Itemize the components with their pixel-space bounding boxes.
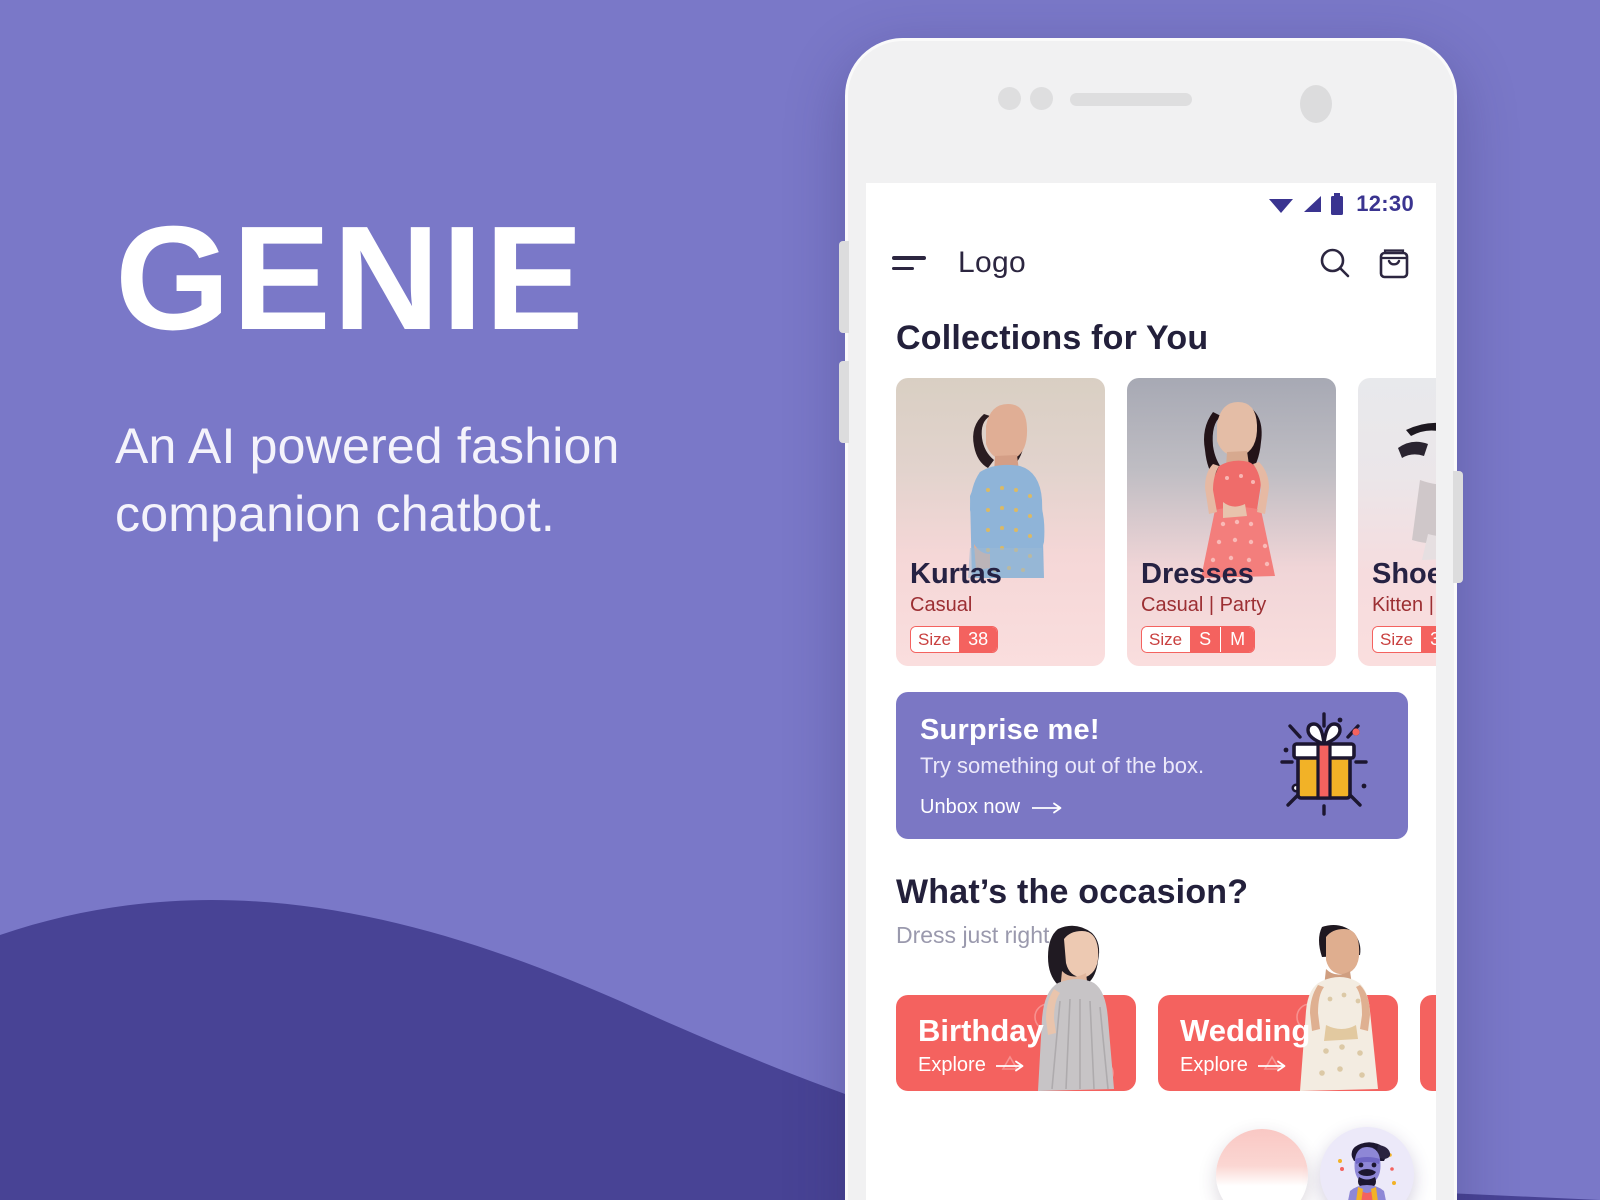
size-badge[interactable]: Size 38 xyxy=(910,626,999,653)
explore-label: Explore xyxy=(918,1054,986,1076)
collections-heading: Collections for You xyxy=(896,319,1209,357)
genie-chatbot-avatar[interactable] xyxy=(1320,1127,1414,1200)
search-icon[interactable] xyxy=(1318,246,1352,280)
collection-tag: Casual xyxy=(910,594,973,616)
promo-subtitle: An AI powered fashion companion chatbot. xyxy=(115,418,620,542)
occasion-card[interactable]: Wedding Explore xyxy=(1158,925,1398,1091)
unbox-now-link[interactable]: Unbox now xyxy=(920,796,1064,819)
occasion-heading: What’s the occasion? xyxy=(896,873,1249,911)
arrow-right-icon xyxy=(995,1060,1024,1071)
occasion-name: Wedding xyxy=(1180,1013,1311,1048)
collection-tag: Casual | Party xyxy=(1141,594,1267,616)
collection-card-meta: Dresses Casual | Party Size S M xyxy=(1141,557,1326,653)
battery-icon xyxy=(1331,193,1344,215)
collection-name: Dresses xyxy=(1141,557,1254,590)
occasion-card[interactable]: Birthday Explore xyxy=(896,925,1136,1091)
collection-name: Kurtas xyxy=(910,557,1002,590)
wifi-icon xyxy=(1269,199,1294,213)
screen-content: Collections for You Kurtas Casual Size 3… xyxy=(866,301,1436,1200)
front-camera-icon xyxy=(1300,85,1332,123)
gift-box-icon xyxy=(1280,712,1368,816)
size-badge[interactable]: Size 37 38 xyxy=(1372,626,1436,653)
circle-fab[interactable] xyxy=(1216,1129,1308,1200)
phone-top-bezel xyxy=(848,41,1454,183)
size-value: 37 xyxy=(1420,627,1436,652)
occasion-model-photo xyxy=(1300,925,1378,1091)
size-label: Size xyxy=(1373,627,1421,652)
collection-card-meta: Kurtas Casual Size 38 xyxy=(910,557,1095,653)
occasion-name: Birthday xyxy=(918,1013,1044,1048)
phone-mockup: 12:30 Logo Collections for You Kurtas Ca… xyxy=(839,38,1463,1200)
occasion-card[interactable]: D Explore xyxy=(1420,995,1436,1091)
size-value: S xyxy=(1189,627,1221,652)
volume-up-button[interactable] xyxy=(839,241,849,333)
app-bar: Logo xyxy=(866,225,1436,301)
model-photo-kurta xyxy=(968,404,1045,578)
collection-name: Shoes xyxy=(1372,557,1436,590)
status-bar: 12:30 xyxy=(866,183,1436,225)
power-button[interactable] xyxy=(1453,471,1463,583)
collection-card[interactable]: Kurtas Casual Size 38 xyxy=(896,378,1105,666)
model-photo-dress xyxy=(1201,402,1275,578)
collection-card[interactable]: Shoes Kitten | Block Size 37 38 xyxy=(1358,378,1436,666)
size-value: 38 xyxy=(958,627,998,652)
explore-link[interactable]: Explore xyxy=(1180,1054,1288,1077)
size-badge[interactable]: Size S M xyxy=(1141,626,1256,653)
arrow-right-icon xyxy=(1257,1060,1286,1071)
size-label: Size xyxy=(911,627,959,652)
status-time: 12:30 xyxy=(1356,191,1414,216)
collection-card-meta: Shoes Kitten | Block Size 37 38 xyxy=(1372,557,1436,653)
collection-card[interactable]: Dresses Casual | Party Size S M xyxy=(1127,378,1336,666)
earpiece-speaker xyxy=(1070,93,1192,106)
sensor-icon xyxy=(1030,87,1053,110)
occasion-carousel[interactable]: Birthday Explore Wedding Explore xyxy=(866,925,1436,1091)
shopping-bag-icon[interactable] xyxy=(1378,246,1410,280)
collection-tag: Kitten | Block xyxy=(1372,594,1436,616)
poster-canvas: GENIE An AI powered fashion companion ch… xyxy=(0,0,1600,1200)
occasion-card-bg xyxy=(1420,995,1436,1091)
hamburger-menu-icon[interactable] xyxy=(892,256,926,270)
collections-carousel[interactable]: Kurtas Casual Size 38 Dresses Casual | P… xyxy=(866,358,1436,666)
arrow-right-icon xyxy=(1032,802,1062,813)
model-photo-shoe xyxy=(1398,422,1436,560)
phone-screen: 12:30 Logo Collections for You Kurtas Ca… xyxy=(866,183,1436,1200)
size-label: Size xyxy=(1142,627,1190,652)
page-title: GENIE xyxy=(115,196,586,361)
promo-block: GENIE An AI powered fashion companion ch… xyxy=(115,205,735,548)
volume-down-button[interactable] xyxy=(839,361,849,443)
signal-icon xyxy=(1304,196,1322,212)
occasion-model-photo xyxy=(1038,925,1114,1091)
surprise-me-banner[interactable]: Surprise me! Try something out of the bo… xyxy=(896,692,1408,839)
app-logo[interactable]: Logo xyxy=(958,246,1026,280)
explore-link[interactable]: Explore xyxy=(918,1054,1026,1077)
unbox-now-label: Unbox now xyxy=(920,796,1021,818)
size-value: M xyxy=(1220,627,1255,652)
explore-label: Explore xyxy=(1180,1054,1248,1076)
sensor-icon xyxy=(998,87,1021,110)
